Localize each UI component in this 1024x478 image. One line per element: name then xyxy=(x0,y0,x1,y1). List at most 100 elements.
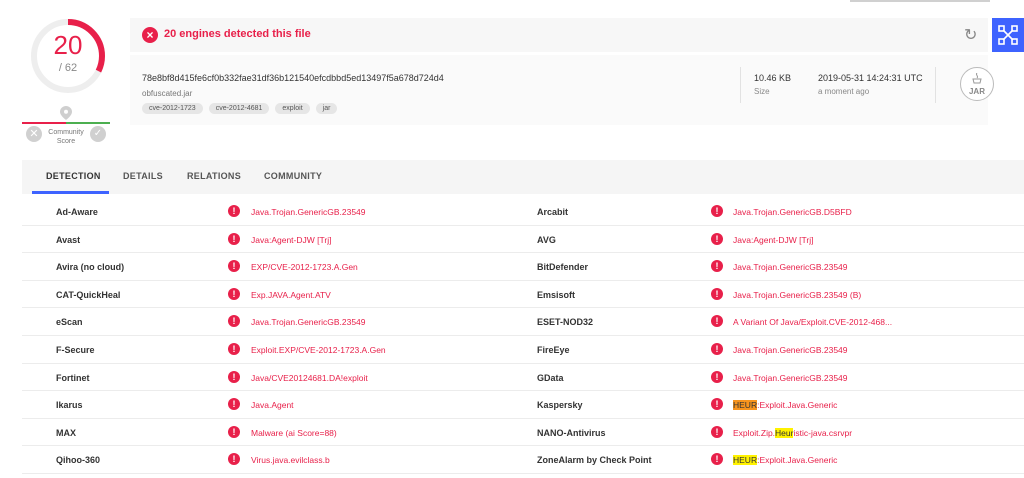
detection-row: CAT-QuickHeal! Exp.JAVA.Agent.ATV Emsisoft… xyxy=(22,281,1024,309)
detection-result: HEUR:Exploit.Java.Generic xyxy=(733,400,838,411)
tag[interactable]: cve-2012-4681 xyxy=(208,103,270,114)
detection-score: 20 / 62 xyxy=(28,16,108,96)
alert-exclamation-icon: ! xyxy=(228,398,240,411)
detection-banner-text: 20 engines detected this file xyxy=(164,28,311,40)
file-type-label: JAR xyxy=(968,87,985,96)
engine-name: FireEye xyxy=(537,344,570,355)
alert-exclamation-icon: ! xyxy=(711,342,723,355)
detection-row: Ad-Aware! Java.Trojan.GenericGB.23549 Arca… xyxy=(22,198,1024,226)
detection-result: Malware (ai Score=88) xyxy=(251,427,337,438)
tag[interactable]: cve-2012-1723 xyxy=(142,103,203,114)
engine-name: Ikarus xyxy=(56,400,83,411)
engine-name: eScan xyxy=(56,317,83,328)
score-detected: 20 xyxy=(53,30,83,60)
detection-result: Java.Trojan.GenericGB.23549 xyxy=(733,372,848,383)
result-suffix: :Exploit.Java.Generic xyxy=(757,400,838,411)
alert-exclamation-icon: ! xyxy=(228,342,240,355)
result-suffix: :Exploit.Java.Generic xyxy=(757,455,838,466)
file-name: obfuscated.jar xyxy=(142,89,193,98)
detection-result: Java:Agent-DJW [Trj] xyxy=(251,234,332,245)
detection-result: Java.Trojan.GenericGB.23549 xyxy=(251,317,366,328)
alert-exclamation-icon: ! xyxy=(228,287,240,300)
alert-exclamation-icon: ! xyxy=(711,425,723,438)
tab-bar: DETECTION DETAILS RELATIONS COMMUNITY xyxy=(22,160,1024,194)
alert-exclamation-icon: ! xyxy=(711,205,723,217)
alert-exclamation-icon: ! xyxy=(228,205,240,217)
alert-exclamation-icon: ! xyxy=(228,425,240,438)
detection-row: MAX! Malware (ai Score=88) NANO-Antivirus!… xyxy=(22,419,1024,447)
alert-exclamation-icon: ! xyxy=(228,370,240,383)
graph-network-icon xyxy=(998,25,1018,45)
top-divider xyxy=(850,0,990,2)
divider xyxy=(935,67,936,103)
detection-result: Java.Trojan.GenericGB.23549 xyxy=(733,344,848,355)
heuristic-highlight: Heur xyxy=(775,427,794,438)
community-score: ✕ Community Score ✓ xyxy=(22,104,110,148)
tab-detection[interactable]: DETECTION xyxy=(46,171,101,181)
detection-row: Fortinet! Java/CVE20124681.DA!exploit GDat… xyxy=(22,364,1024,392)
reload-icon[interactable]: ↻ xyxy=(964,25,977,45)
detection-result: Exploit.Zip.Heuristic-java.csrvpr xyxy=(733,427,852,438)
tab-details[interactable]: DETAILS xyxy=(123,171,163,181)
detection-row: Avira (no cloud)! EXP/CVE-2012-1723.A.Gen… xyxy=(22,253,1024,281)
engine-name: ZoneAlarm by Check Point xyxy=(537,455,652,466)
file-size-label: Size xyxy=(754,87,770,96)
divider xyxy=(740,67,741,103)
engine-name: Kaspersky xyxy=(537,400,583,411)
community-score-label: Community Score xyxy=(48,129,84,145)
engine-name: BitDefender xyxy=(537,262,589,273)
detection-result: Java.Trojan.GenericGB.23549 xyxy=(251,207,366,217)
java-cup-icon xyxy=(972,73,982,84)
alert-exclamation-icon: ! xyxy=(711,370,723,383)
scan-date-relative: a moment ago xyxy=(818,87,870,96)
engine-name: Avira (no cloud) xyxy=(56,262,125,273)
engine-name: CAT-QuickHeal xyxy=(56,289,121,300)
tag[interactable]: exploit xyxy=(275,103,310,114)
alert-exclamation-icon: ! xyxy=(711,315,723,328)
engine-name: GData xyxy=(537,372,564,383)
detection-result: Java.Trojan.GenericGB.23549 xyxy=(733,262,848,273)
engine-name: AVG xyxy=(537,234,556,245)
tab-relations[interactable]: RELATIONS xyxy=(187,171,241,181)
detection-result: HEUR:Exploit.Java.Generic xyxy=(733,455,838,466)
tag[interactable]: jar xyxy=(315,103,338,114)
detection-result: Java:Agent-DJW [Trj] xyxy=(733,234,814,245)
detection-result: Virus.java.evilclass.b xyxy=(251,455,330,466)
detection-row: Avast! Java:Agent-DJW [Trj] AVG! Java:Agent… xyxy=(22,226,1024,254)
detection-result: Java.Agent xyxy=(251,400,294,411)
vote-harmless-button[interactable]: ✓ xyxy=(90,126,106,142)
engine-name: F-Secure xyxy=(56,344,95,355)
alert-exclamation-icon: ! xyxy=(228,315,240,328)
alert-exclamation-icon: ! xyxy=(711,232,723,245)
graph-view-button[interactable] xyxy=(992,18,1024,52)
engine-name: Qihoo-360 xyxy=(56,455,101,466)
detection-banner: × 20 engines detected this file ↻ xyxy=(130,18,988,52)
detection-result: A Variant Of Java/Exploit.CVE-2012-468..… xyxy=(733,317,893,328)
alert-exclamation-icon: ! xyxy=(228,260,240,273)
engine-name: MAX xyxy=(56,427,76,438)
alert-exclamation-icon: ! xyxy=(711,398,723,411)
detection-result: Java.Trojan.GenericGB.D5BFD xyxy=(733,207,852,217)
alert-x-icon: × xyxy=(142,27,158,43)
file-info-card: 78e8bf8d415fe6cf0b332fae31df36b121540efc… xyxy=(130,55,994,125)
scan-date-value: 2019-05-31 14:24:31 UTC xyxy=(818,73,923,83)
result-prefix: Exploit.Zip. xyxy=(733,427,776,438)
file-type-badge: JAR xyxy=(960,67,994,101)
detection-row: Qihoo-360! Virus.java.evilclass.b ZoneAlar… xyxy=(22,446,1024,474)
detection-result: Java/CVE20124681.DA!exploit xyxy=(251,372,368,383)
engine-name: Avast xyxy=(56,234,81,245)
vote-malicious-button[interactable]: ✕ xyxy=(26,126,42,142)
engine-name: ESET-NOD32 xyxy=(537,317,594,328)
detection-table: Ad-Aware! Java.Trojan.GenericGB.23549 Arca… xyxy=(22,198,1024,474)
engine-name: Emsisoft xyxy=(537,289,576,300)
file-hash[interactable]: 78e8bf8d415fe6cf0b332fae31df36b121540efc… xyxy=(142,73,444,83)
alert-exclamation-icon: ! xyxy=(228,232,240,245)
engine-name: Fortinet xyxy=(56,372,90,383)
alert-exclamation-icon: ! xyxy=(711,453,723,466)
detection-result: Exp.JAVA.Agent.ATV xyxy=(251,289,331,300)
engine-name: NANO-Antivirus xyxy=(537,427,606,438)
detection-row: eScan! Java.Trojan.GenericGB.23549 ESET-NO… xyxy=(22,308,1024,336)
tab-community[interactable]: COMMUNITY xyxy=(264,171,322,181)
engine-name: Arcabit xyxy=(537,207,569,217)
detection-result: Exploit.EXP/CVE-2012-1723.A.Gen xyxy=(251,344,386,355)
